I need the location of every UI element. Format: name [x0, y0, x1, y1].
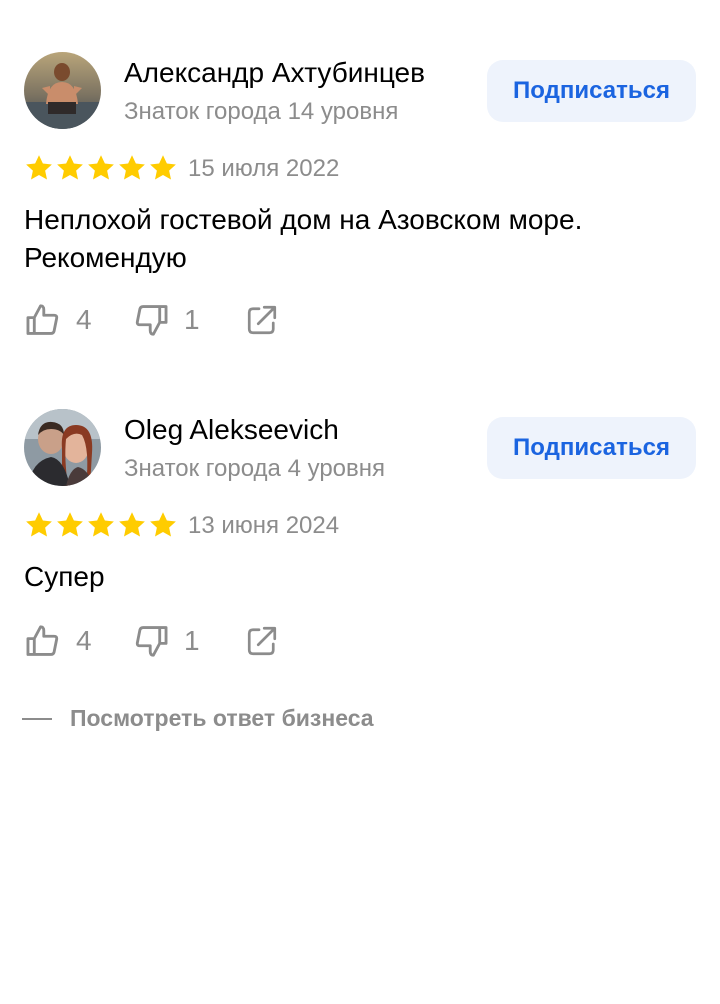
thumbs-up-icon [26, 304, 59, 335]
star-icon [119, 512, 145, 537]
rating-stars [24, 510, 178, 540]
author-name[interactable]: Oleg Alekseevich [124, 413, 339, 447]
review-actions: 4 1 [24, 621, 324, 661]
avatar[interactable] [24, 409, 101, 486]
review-date: 13 июня 2024 [188, 512, 340, 539]
dislike-button[interactable]: 1 [132, 300, 200, 340]
dislike-count: 1 [184, 625, 200, 656]
review-text: Супер [24, 561, 105, 592]
star-icon [57, 512, 83, 537]
share-button[interactable] [244, 621, 280, 661]
review-actions: 4 1 [24, 300, 324, 340]
thumbs-down-icon [135, 305, 168, 336]
like-count: 4 [76, 304, 92, 335]
thumbs-up-icon [26, 625, 59, 656]
star-icon [150, 512, 176, 537]
thumbs-down-icon [135, 626, 168, 657]
star-icon [88, 512, 114, 537]
author-level: Знаток города 14 уровня [124, 98, 399, 125]
subscribe-button[interactable]: Подписаться [487, 417, 696, 479]
review-date: 15 июля 2022 [188, 155, 340, 182]
avatar[interactable] [24, 52, 101, 129]
share-icon [247, 305, 277, 335]
like-count: 4 [76, 625, 92, 656]
subscribe-button[interactable]: Подписаться [487, 60, 696, 122]
dislike-button[interactable]: 1 [132, 621, 200, 661]
star-icon [88, 155, 114, 180]
author-name[interactable]: Александр Ахтубинцев [124, 56, 425, 90]
review-text: Неплохой гостевой дом на Азовском море. … [24, 204, 583, 273]
share-button[interactable] [244, 300, 280, 340]
like-button[interactable]: 4 [24, 300, 92, 340]
reply-divider [22, 717, 52, 720]
star-icon [150, 155, 176, 180]
share-icon [247, 626, 277, 656]
avatar-photo [24, 52, 101, 129]
dislike-count: 1 [184, 304, 200, 335]
star-icon [119, 155, 145, 180]
view-business-reply-link[interactable]: Посмотреть ответ бизнеса [22, 705, 374, 732]
star-icon [26, 512, 52, 537]
business-reply-label: Посмотреть ответ бизнеса [70, 705, 374, 731]
author-level: Знаток города 4 уровня [124, 455, 386, 482]
like-button[interactable]: 4 [24, 621, 92, 661]
star-icon [57, 155, 83, 180]
avatar-photo [24, 409, 101, 486]
rating-stars [24, 153, 178, 183]
star-icon [26, 155, 52, 180]
